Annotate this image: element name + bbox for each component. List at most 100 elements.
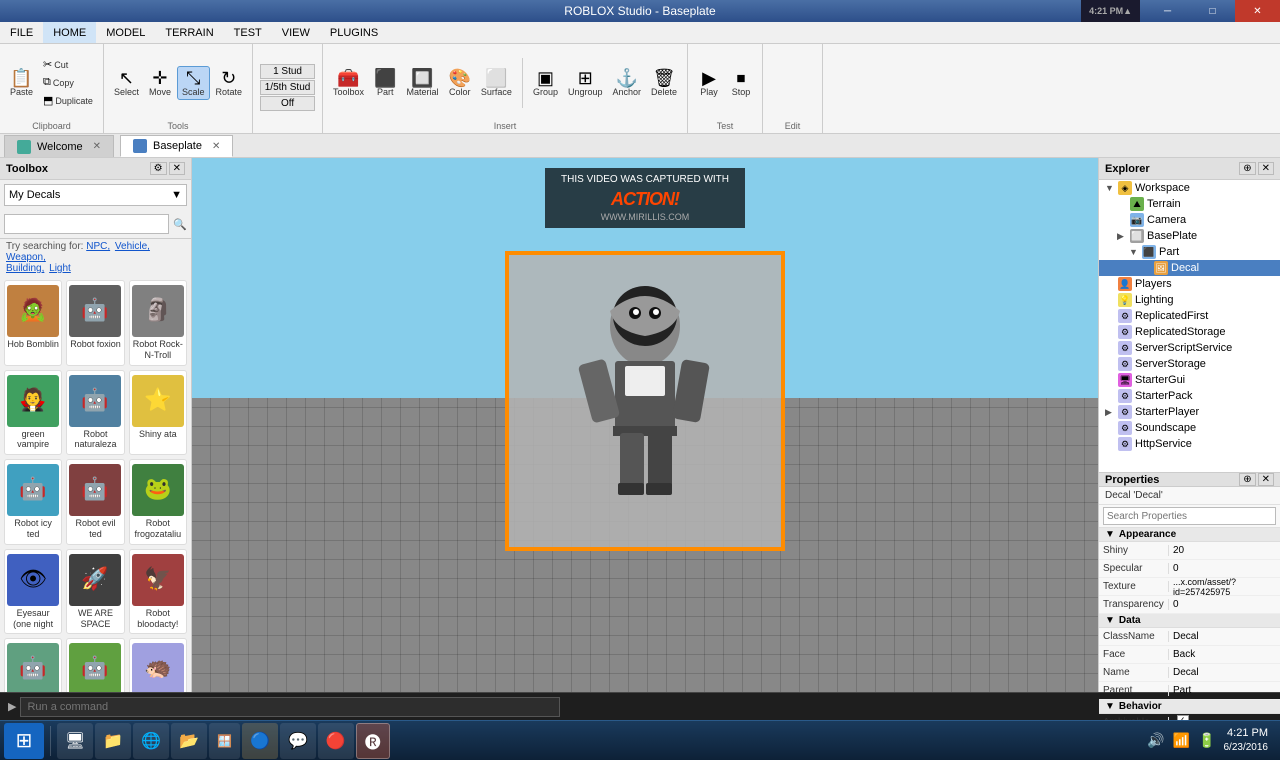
paste-button[interactable]: 📋 Paste: [6, 67, 37, 99]
tree-item-serverstorage[interactable]: ⚙ ServerStorage: [1099, 356, 1280, 372]
toolbox-item-11[interactable]: 🦅 Robot bloodacty!: [129, 549, 187, 635]
toolbox-item-10[interactable]: 🚀 WE ARE SPACE: [66, 549, 124, 635]
suggestion-light[interactable]: Light: [49, 263, 71, 274]
taskbar-folder-button[interactable]: 📂: [171, 723, 207, 759]
taskbar-desktop-button[interactable]: 🖥: [57, 723, 93, 759]
volume-tray-icon[interactable]: 🔊: [1147, 732, 1164, 749]
material-button[interactable]: 🔲 Material: [402, 67, 442, 99]
tree-item-players[interactable]: 👤 Players: [1099, 276, 1280, 292]
tray-clock[interactable]: 4:21 PM 6/23/2016: [1224, 726, 1269, 755]
taskbar-windows-button[interactable]: 🪟: [209, 723, 240, 759]
baseplate-tab-close[interactable]: ✕: [212, 141, 220, 152]
tree-item-replicatedstorage[interactable]: ⚙ ReplicatedStorage: [1099, 324, 1280, 340]
group-button[interactable]: ▣ Group: [529, 67, 562, 99]
tree-item-camera[interactable]: 📷 Camera: [1099, 212, 1280, 228]
taskbar-explorer-button[interactable]: 📁: [95, 723, 131, 759]
tree-item-httpservice[interactable]: ⚙ HttpService: [1099, 436, 1280, 452]
anchor-button[interactable]: ⚓ Anchor: [609, 67, 646, 99]
close-button[interactable]: ✕: [1235, 0, 1280, 22]
toolbox-item-2[interactable]: 🗿 Robot Rock-N-Troll: [129, 280, 187, 366]
toolbox-search-input[interactable]: [4, 214, 169, 234]
stud-1-button[interactable]: 1 Stud: [260, 64, 316, 79]
play-button[interactable]: ▶ Play: [694, 67, 724, 99]
toolbox-item-14[interactable]: 🦔 Robot spikie: [129, 638, 187, 692]
network-tray-icon[interactable]: 📶: [1173, 732, 1190, 749]
properties-settings-button[interactable]: ⊕: [1239, 473, 1255, 486]
tree-item-baseplate[interactable]: ▶ ⬜ BasePlate: [1099, 228, 1280, 244]
duplicate-button[interactable]: ⬒ Duplicate: [39, 92, 97, 109]
menu-terrain[interactable]: TERRAIN: [155, 22, 223, 43]
stud-off-button[interactable]: Off: [260, 96, 316, 111]
color-button[interactable]: 🎨 Color: [445, 67, 475, 99]
move-tool-button[interactable]: ✛ Move: [145, 67, 175, 99]
part-button[interactable]: ⬛ Part: [370, 67, 400, 99]
copy-button[interactable]: ⧉ Copy: [39, 74, 97, 91]
battery-tray-icon[interactable]: 🔋: [1198, 732, 1215, 749]
tab-welcome[interactable]: Welcome ✕: [4, 135, 114, 157]
toolbox-item-6[interactable]: 🤖 Robot icy ted: [4, 459, 62, 545]
toolbox-item-13[interactable]: 🤖 Robot ata: [66, 638, 124, 692]
tree-item-decal[interactable]: 🖼 Decal: [1099, 260, 1280, 276]
selected-part-highlight[interactable]: [505, 251, 785, 551]
taskbar-roblox-button[interactable]: 🅡: [356, 723, 390, 759]
stop-button[interactable]: ⏹ Stop: [726, 67, 756, 99]
taskbar-antivirus-button[interactable]: 🔴: [318, 723, 354, 759]
taskbar-ie-button[interactable]: 🌐: [133, 723, 169, 759]
properties-search-input[interactable]: [1103, 507, 1276, 525]
suggestion-npc[interactable]: NPC,: [86, 241, 110, 252]
menu-view[interactable]: VIEW: [272, 22, 320, 43]
suggestion-weapon[interactable]: Weapon,: [6, 252, 46, 263]
appearance-section-header[interactable]: ▼ Appearance: [1099, 528, 1280, 542]
rotate-tool-button[interactable]: ↻ Rotate: [212, 67, 247, 99]
toolbox-close-button[interactable]: ✕: [169, 162, 185, 175]
toolbox-item-9[interactable]: 👁 Eyesaur (one night: [4, 549, 62, 635]
menu-test[interactable]: TEST: [224, 22, 272, 43]
cut-button[interactable]: ✂ Cut: [39, 56, 97, 73]
explorer-close-button[interactable]: ✕: [1258, 162, 1274, 175]
toolbox-item-3[interactable]: 🧛 green vampire: [4, 370, 62, 456]
ungroup-button[interactable]: ⊞ Ungroup: [564, 67, 607, 99]
viewport[interactable]: THIS VIDEO WAS CAPTURED WITH ACTION! WWW…: [192, 158, 1098, 692]
tree-item-starterpack[interactable]: ⚙ StarterPack: [1099, 388, 1280, 404]
menu-file[interactable]: FILE: [0, 22, 43, 43]
toolbox-item-7[interactable]: 🤖 Robot evil ted: [66, 459, 124, 545]
search-icon[interactable]: 🔍: [173, 218, 187, 231]
delete-button[interactable]: 🗑 Delete: [647, 67, 681, 99]
toolbox-button[interactable]: 🧰 Toolbox: [329, 67, 368, 99]
toolbox-item-5[interactable]: ⭐ Shiny ata: [129, 370, 187, 456]
command-input[interactable]: [20, 697, 560, 717]
suggestion-vehicle[interactable]: Vehicle,: [115, 241, 150, 252]
tree-item-workspace[interactable]: ▼ ◈ Workspace: [1099, 180, 1280, 196]
toolbox-item-4[interactable]: 🤖 Robot naturaleza: [66, 370, 124, 456]
menu-model[interactable]: MODEL: [96, 22, 155, 43]
surface-button[interactable]: ⬜ Surface: [477, 67, 516, 99]
properties-close-button[interactable]: ✕: [1258, 473, 1274, 486]
tree-item-serverscriptservice[interactable]: ⚙ ServerScriptService: [1099, 340, 1280, 356]
stud-fifth-button[interactable]: 1/5th Stud: [260, 80, 316, 95]
toolbox-category-dropdown[interactable]: My Decals ▼: [4, 184, 187, 206]
toolbox-item-1[interactable]: 🤖 Robot foxion: [66, 280, 124, 366]
tree-item-terrain[interactable]: ⛰ Terrain: [1099, 196, 1280, 212]
tree-item-replicatedfirst[interactable]: ⚙ ReplicatedFirst: [1099, 308, 1280, 324]
toolbox-settings-button[interactable]: ⚙: [150, 162, 167, 175]
menu-plugins[interactable]: PLUGINS: [320, 22, 388, 43]
suggestion-building[interactable]: Building,: [6, 263, 44, 274]
scale-tool-button[interactable]: ⤡ Scale: [177, 66, 210, 100]
welcome-tab-close[interactable]: ✕: [93, 141, 101, 152]
data-section-header[interactable]: ▼ Data: [1099, 614, 1280, 628]
maximize-button[interactable]: □: [1190, 0, 1235, 22]
minimize-button[interactable]: ─: [1145, 0, 1190, 22]
tree-item-soundscape[interactable]: ⚙ Soundscape: [1099, 420, 1280, 436]
toolbox-item-8[interactable]: 🐸 Robot frogozataliu: [129, 459, 187, 545]
tab-baseplate[interactable]: Baseplate ✕: [120, 135, 233, 157]
tree-item-part[interactable]: ▼ ⬛ Part: [1099, 244, 1280, 260]
select-tool-button[interactable]: ↖ Select: [110, 67, 143, 99]
taskbar-skype-button[interactable]: 💬: [280, 723, 316, 759]
behavior-section-header[interactable]: ▼ Behavior: [1099, 700, 1280, 714]
toolbox-item-0[interactable]: 🧟 Hob Bomblin: [4, 280, 62, 366]
menu-home[interactable]: HOME: [43, 22, 96, 43]
toolbox-item-12[interactable]: 🤖 Robot frozoth: [4, 638, 62, 692]
explorer-filter-button[interactable]: ⊕: [1239, 162, 1255, 175]
start-button[interactable]: ⊞: [4, 723, 44, 759]
taskbar-chrome-button[interactable]: 🔵: [242, 723, 278, 759]
